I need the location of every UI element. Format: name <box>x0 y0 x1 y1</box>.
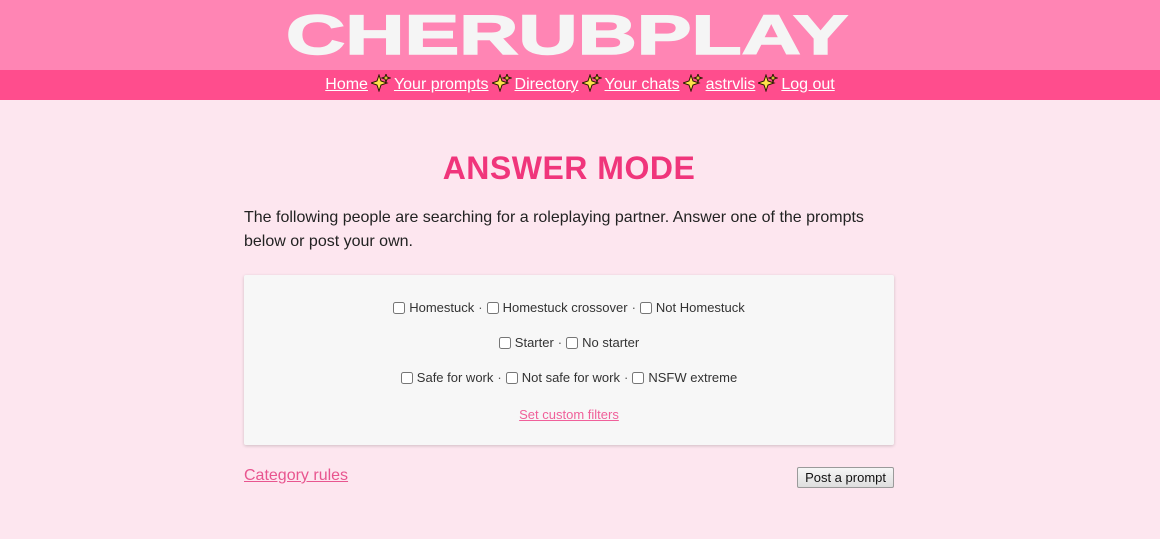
filter-not-homestuck[interactable]: Not Homestuck <box>639 300 745 315</box>
page-title: ANSWER MODE <box>442 150 696 186</box>
filter-not-safe-for-work[interactable]: Not safe for work <box>505 370 620 385</box>
nav-your-prompts[interactable]: Your prompts <box>394 76 489 93</box>
sparkles-icon <box>370 74 391 92</box>
filter-homestuck[interactable]: Homestuck <box>393 300 474 315</box>
sparkles-icon <box>581 74 602 92</box>
category-rules-link[interactable]: Category rules <box>244 467 348 485</box>
filter-label: Starter <box>514 335 554 350</box>
custom-filters-row: Set custom filters <box>244 407 894 422</box>
main-content: ANSWER MODE The following people are sea… <box>244 100 894 488</box>
intro-text: The following people are searching for a… <box>244 209 864 250</box>
filter-no-starter-checkbox[interactable] <box>566 337 579 349</box>
filter-label: NSFW extreme <box>648 370 738 385</box>
separator-dot: · <box>497 370 502 385</box>
filter-homestuck-crossover[interactable]: Homestuck crossover <box>486 300 628 315</box>
filter-label: Homestuck <box>409 300 475 315</box>
filter-safe-for-work-checkbox[interactable] <box>400 372 413 384</box>
nav-username[interactable]: astrvlis <box>706 76 756 93</box>
filter-row-maturity: Safe for work · Not safe for work · NSFW ext… <box>244 370 894 385</box>
filter-nsfw-extreme[interactable]: NSFW extreme <box>632 370 737 385</box>
separator-dot: · <box>478 300 483 315</box>
site-header: CHERUBPLAY <box>0 0 1160 70</box>
filter-not-safe-for-work-checkbox[interactable] <box>505 372 518 384</box>
separator-dot: · <box>624 370 629 385</box>
filter-homestuck-checkbox[interactable] <box>393 302 406 314</box>
filter-panel: Homestuck · Homestuck crossover · Not Homest… <box>244 275 894 445</box>
filter-homestuck-crossover-checkbox[interactable] <box>486 302 499 314</box>
sparkles-icon <box>682 74 703 92</box>
filter-label: Safe for work <box>416 370 494 385</box>
filter-label: Not safe for work <box>521 370 620 385</box>
separator-dot: · <box>557 335 563 350</box>
logo-text: CHERUBPLAY <box>286 6 848 64</box>
set-custom-filters-link[interactable]: Set custom filters <box>519 407 619 422</box>
post-prompt-button[interactable]: Post a prompt <box>797 467 894 488</box>
filter-row-fandom: Homestuck · Homestuck crossover · Not Homest… <box>244 300 894 315</box>
separator-dot: · <box>631 300 636 315</box>
filter-safe-for-work[interactable]: Safe for work <box>400 370 494 385</box>
filter-starter-checkbox[interactable] <box>498 337 511 349</box>
filter-label: No starter <box>582 335 640 350</box>
filter-not-homestuck-checkbox[interactable] <box>639 302 652 314</box>
filter-nsfw-extreme-checkbox[interactable] <box>632 372 645 384</box>
filter-label: Homestuck crossover <box>502 300 628 315</box>
filter-starter[interactable]: Starter <box>498 335 554 350</box>
sparkles-icon <box>491 74 512 92</box>
cherubplay-logo[interactable]: CHERUBPLAY <box>283 6 851 64</box>
nav-your-chats[interactable]: Your chats <box>605 76 680 93</box>
filter-label: Not Homestuck <box>655 300 745 315</box>
main-nav: Home Your prompts Directory Your chats astrv… <box>0 70 1160 100</box>
filter-row-starter: Starter · No starter <box>244 335 894 350</box>
sparkles-icon <box>758 74 779 92</box>
nav-home[interactable]: Home <box>325 76 368 93</box>
nav-log-out[interactable]: Log out <box>781 76 834 93</box>
nav-directory[interactable]: Directory <box>515 76 579 93</box>
filter-no-starter[interactable]: No starter <box>566 335 639 350</box>
